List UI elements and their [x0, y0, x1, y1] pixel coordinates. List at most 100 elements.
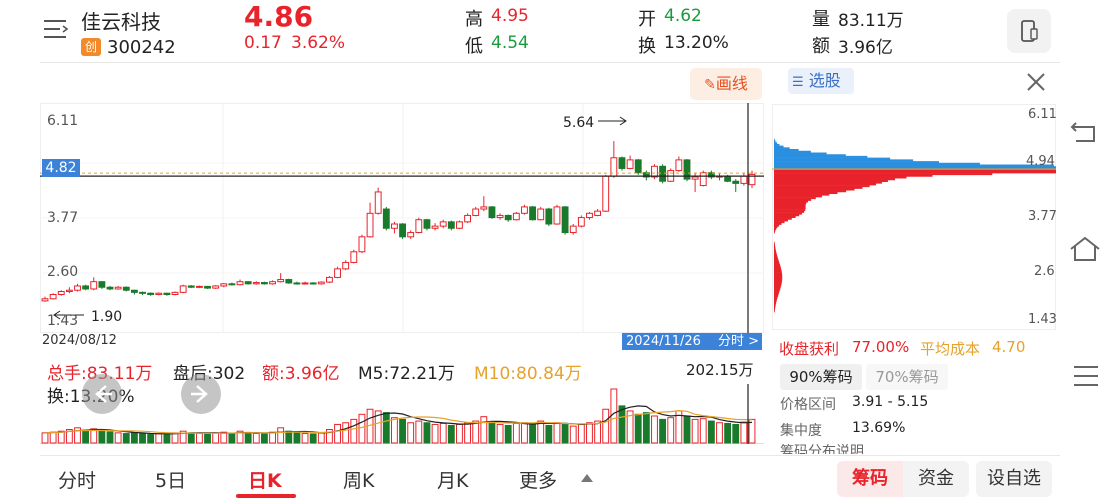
volume-bar [488, 421, 496, 444]
volume-bar [740, 421, 748, 444]
tab-weekly-k[interactable]: 周K [343, 466, 374, 493]
volume-bar [114, 432, 122, 444]
volume-bar [431, 423, 439, 444]
open-label: 开 [638, 9, 656, 30]
candle-body [415, 219, 423, 234]
draw-line-button[interactable]: ✎画线 [690, 68, 762, 100]
candle-body [699, 172, 707, 187]
volume-bar [634, 413, 642, 444]
caret-up-icon[interactable] [581, 474, 593, 482]
chips-button[interactable]: 筹码 [837, 461, 903, 497]
close-panel-button[interactable] [1024, 70, 1048, 94]
candle-body [602, 175, 610, 212]
m5-value: M5:72.21万 [358, 364, 455, 384]
high-label: 高 [465, 9, 483, 30]
recent-nav-button[interactable] [1072, 364, 1100, 388]
candle-body [114, 286, 122, 290]
volume-bar [382, 412, 390, 444]
volume-bar [724, 422, 732, 444]
volume-bar [642, 412, 650, 444]
candle-body [529, 206, 537, 221]
profit-label: 收盘获利 [779, 340, 840, 358]
volume-bar [683, 415, 691, 444]
candle-body [586, 212, 593, 219]
draw-line-label: 画线 [715, 74, 748, 93]
volume-chart[interactable] [40, 384, 764, 444]
tab-90-chips[interactable]: 90%筹码 [780, 364, 862, 390]
next-arrow-button[interactable] [181, 374, 221, 414]
select-stock-button[interactable]: ☰ 选股 [788, 68, 854, 94]
volume-bar [529, 423, 537, 444]
volume-bar [472, 420, 480, 444]
candle-body [98, 281, 106, 288]
volume-bar [49, 431, 57, 444]
tab-more[interactable]: 更多 [519, 466, 557, 493]
candle-body [659, 165, 667, 182]
tab-70-chips[interactable]: 70%筹码 [866, 364, 948, 390]
candle-body [382, 208, 390, 229]
volume-bar [269, 431, 276, 444]
volume-bar [228, 433, 236, 444]
low-label: 低 [465, 36, 483, 57]
amount-label: 额 [812, 36, 830, 57]
intraday-link[interactable]: 分时 > [718, 333, 759, 350]
y-label-3: 3.77 [47, 210, 79, 226]
candle-body [391, 223, 398, 229]
tab-intraday[interactable]: 分时 [58, 466, 96, 493]
cursor-date: 2024/11/26 [626, 334, 701, 349]
candle-body [244, 281, 252, 285]
volume-label: 量 [812, 9, 830, 30]
volume-bar [602, 408, 610, 444]
candle-body [423, 219, 431, 229]
volume-bar [716, 422, 723, 444]
select-stock-label: 选股 [808, 71, 841, 90]
volume-bar [399, 418, 406, 444]
board-badge: 创 [81, 38, 101, 56]
volume-bar [504, 424, 512, 444]
chip-dist-note-link[interactable]: 筹码分布说明 [780, 444, 950, 454]
pencil-icon: ✎ [704, 77, 716, 93]
tab-daily-k[interactable]: 日K [248, 466, 282, 493]
volume-bar [423, 422, 431, 444]
candle-body [90, 281, 98, 290]
stock-code: 300242 [107, 37, 176, 58]
high-annotation: 5.64 [563, 115, 595, 131]
tab-5day[interactable]: 5日 [155, 466, 186, 493]
arrow-right-icon [191, 385, 208, 403]
candle-body [285, 279, 293, 284]
volume-bar [594, 420, 602, 444]
candle-body [561, 206, 569, 234]
volume-bar [187, 432, 195, 444]
kline-chart[interactable] [40, 103, 764, 333]
set-watchlist-button[interactable]: 设自选 [976, 461, 1052, 497]
funds-button[interactable]: 资金 [903, 461, 969, 497]
volume-bar [480, 416, 488, 444]
candle-body [675, 159, 683, 172]
candle-body [57, 291, 65, 296]
menu-icon[interactable] [44, 18, 70, 40]
candle-body [407, 232, 415, 238]
cursor-date-tag[interactable]: 2024/11/26 分时 > [622, 333, 762, 350]
volume-bar [285, 430, 293, 444]
phone-screen-button[interactable] [1007, 9, 1051, 53]
volume-bar [456, 423, 463, 444]
candle-body [163, 292, 171, 296]
candle-body [358, 236, 366, 253]
prev-arrow-button[interactable] [82, 374, 122, 414]
close-icon [1027, 73, 1045, 91]
price-change-pct: 3.62% [291, 33, 346, 53]
volume-bar [439, 422, 447, 444]
candle-body [147, 292, 155, 296]
menu-lines-icon [1074, 366, 1098, 386]
candle-body [496, 214, 504, 219]
home-nav-button[interactable] [1068, 234, 1102, 264]
candle-body [49, 294, 57, 300]
chip-distribution-chart [772, 104, 1056, 330]
candle-body [366, 212, 374, 238]
candle-body [740, 175, 748, 184]
y-label-2: 2.60 [47, 264, 79, 280]
candle-body [228, 283, 236, 286]
back-nav-button[interactable] [1068, 117, 1102, 145]
tab-monthly-k[interactable]: 月K [437, 466, 468, 493]
volume-bar [212, 432, 220, 444]
